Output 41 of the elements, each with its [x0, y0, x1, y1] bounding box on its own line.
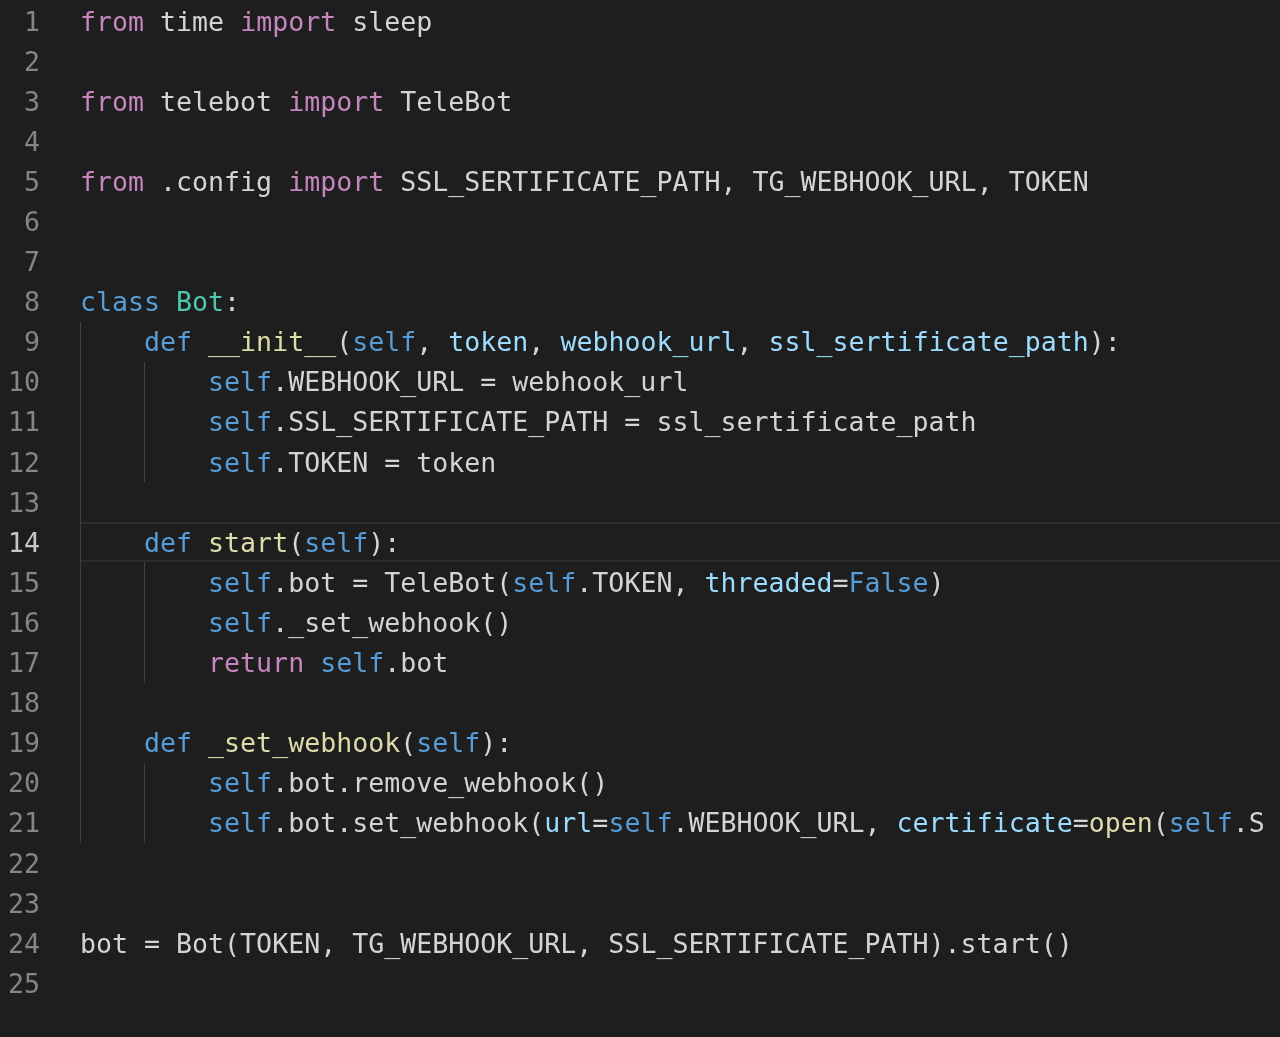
code-line: self.SSL_SERTIFICATE_PATH = ssl_sertificate_path	[208, 406, 977, 438]
line-number: 4	[23, 125, 40, 157]
code-line: self.bot = TeleBot(self.TOKEN, threaded=False)	[208, 566, 945, 598]
code-line: class Bot:	[80, 286, 241, 318]
line-number: 11	[6, 406, 40, 438]
line-number: 14	[6, 526, 40, 558]
line-number: 15	[6, 566, 40, 598]
code-line: from time import sleep	[80, 5, 433, 37]
line-number: 13	[6, 486, 40, 518]
code-line: def __init__(self, token, webhook_url, ssl_sertificate_path):	[144, 326, 1121, 358]
code-line: self._set_webhook()	[208, 606, 513, 638]
line-number: 5	[23, 165, 40, 197]
line-number: 16	[6, 606, 40, 638]
code-line: def start(self):	[144, 526, 401, 558]
line-number: 7	[23, 246, 40, 278]
line-number: 23	[6, 887, 40, 919]
line-number: 9	[23, 326, 40, 358]
line-number: 8	[23, 286, 40, 318]
code-line: return self.bot	[208, 647, 449, 679]
line-number: 21	[6, 807, 40, 839]
line-number: 25	[6, 967, 40, 999]
code-line: def _set_webhook(self):	[144, 727, 513, 759]
line-number: 22	[6, 847, 40, 879]
line-number: 2	[23, 45, 40, 77]
code-line: from .config import SSL_SERTIFICATE_PATH, TG_WEBHOOK_URL, TOKEN	[80, 165, 1089, 197]
code-line: self.bot.set_webhook(url=self.WEBHOOK_URL, certificate=open(self.S	[208, 807, 1265, 839]
line-number: 17	[6, 647, 40, 679]
line-number: 3	[23, 85, 40, 117]
code-line: bot = Bot(TOKEN, TG_WEBHOOK_URL, SSL_SERTIFICATE_PATH).start()	[80, 927, 1073, 959]
code-line: from telebot import TeleBot	[80, 85, 513, 117]
line-number: 18	[6, 687, 40, 719]
line-number: 19	[6, 727, 40, 759]
line-number: 20	[6, 767, 40, 799]
line-number: 6	[23, 206, 40, 237]
line-number: 10	[6, 366, 40, 398]
code-line: self.bot.remove_webhook()	[208, 767, 609, 799]
line-number: 1	[23, 5, 40, 37]
line-number: 12	[6, 446, 40, 478]
code-line: self.TOKEN = token	[208, 446, 497, 478]
code-line: self.WEBHOOK_URL = webhook_url	[208, 366, 689, 398]
line-number: 24	[6, 927, 40, 959]
